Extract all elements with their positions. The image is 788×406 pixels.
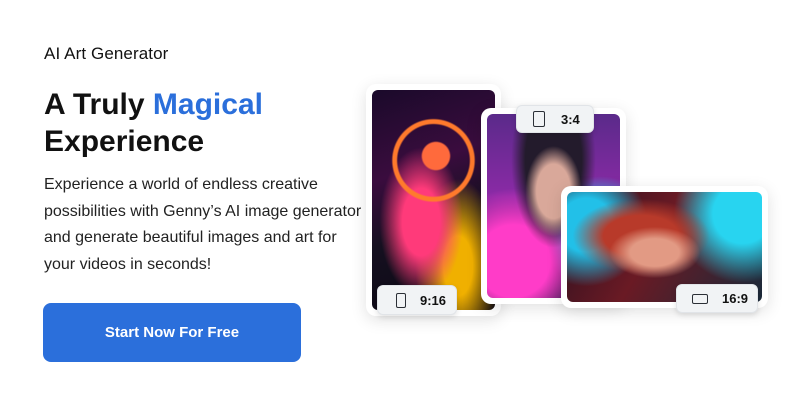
ratio-badge-3-4: 3:4 <box>516 105 594 133</box>
portrait-ratio-icon <box>396 292 406 308</box>
portrait-ratio-icon <box>533 111 545 127</box>
hero-description: Experience a world of endless creative p… <box>44 176 362 273</box>
ai-art-generator-section: AI Art Generator A Truly Magical Experie… <box>0 0 788 406</box>
headline-accent: Magical <box>152 88 263 121</box>
headline-part2: Experience <box>44 125 205 158</box>
landscape-ratio-icon <box>692 293 708 304</box>
headline-part1: A Truly <box>44 88 153 121</box>
start-now-button[interactable]: Start Now For Free <box>43 303 301 362</box>
hero-headline: A Truly Magical Experience <box>44 86 263 160</box>
ratio-badge-16-9: 16:9 <box>676 284 758 313</box>
section-eyebrow: AI Art Generator <box>44 44 169 63</box>
ratio-label: 16:9 <box>722 291 749 306</box>
generated-image-portrait <box>372 90 495 310</box>
ratio-label: 3:4 <box>561 111 580 127</box>
ratio-badge-9-16: 9:16 <box>377 285 457 315</box>
ratio-label: 9:16 <box>420 292 447 308</box>
